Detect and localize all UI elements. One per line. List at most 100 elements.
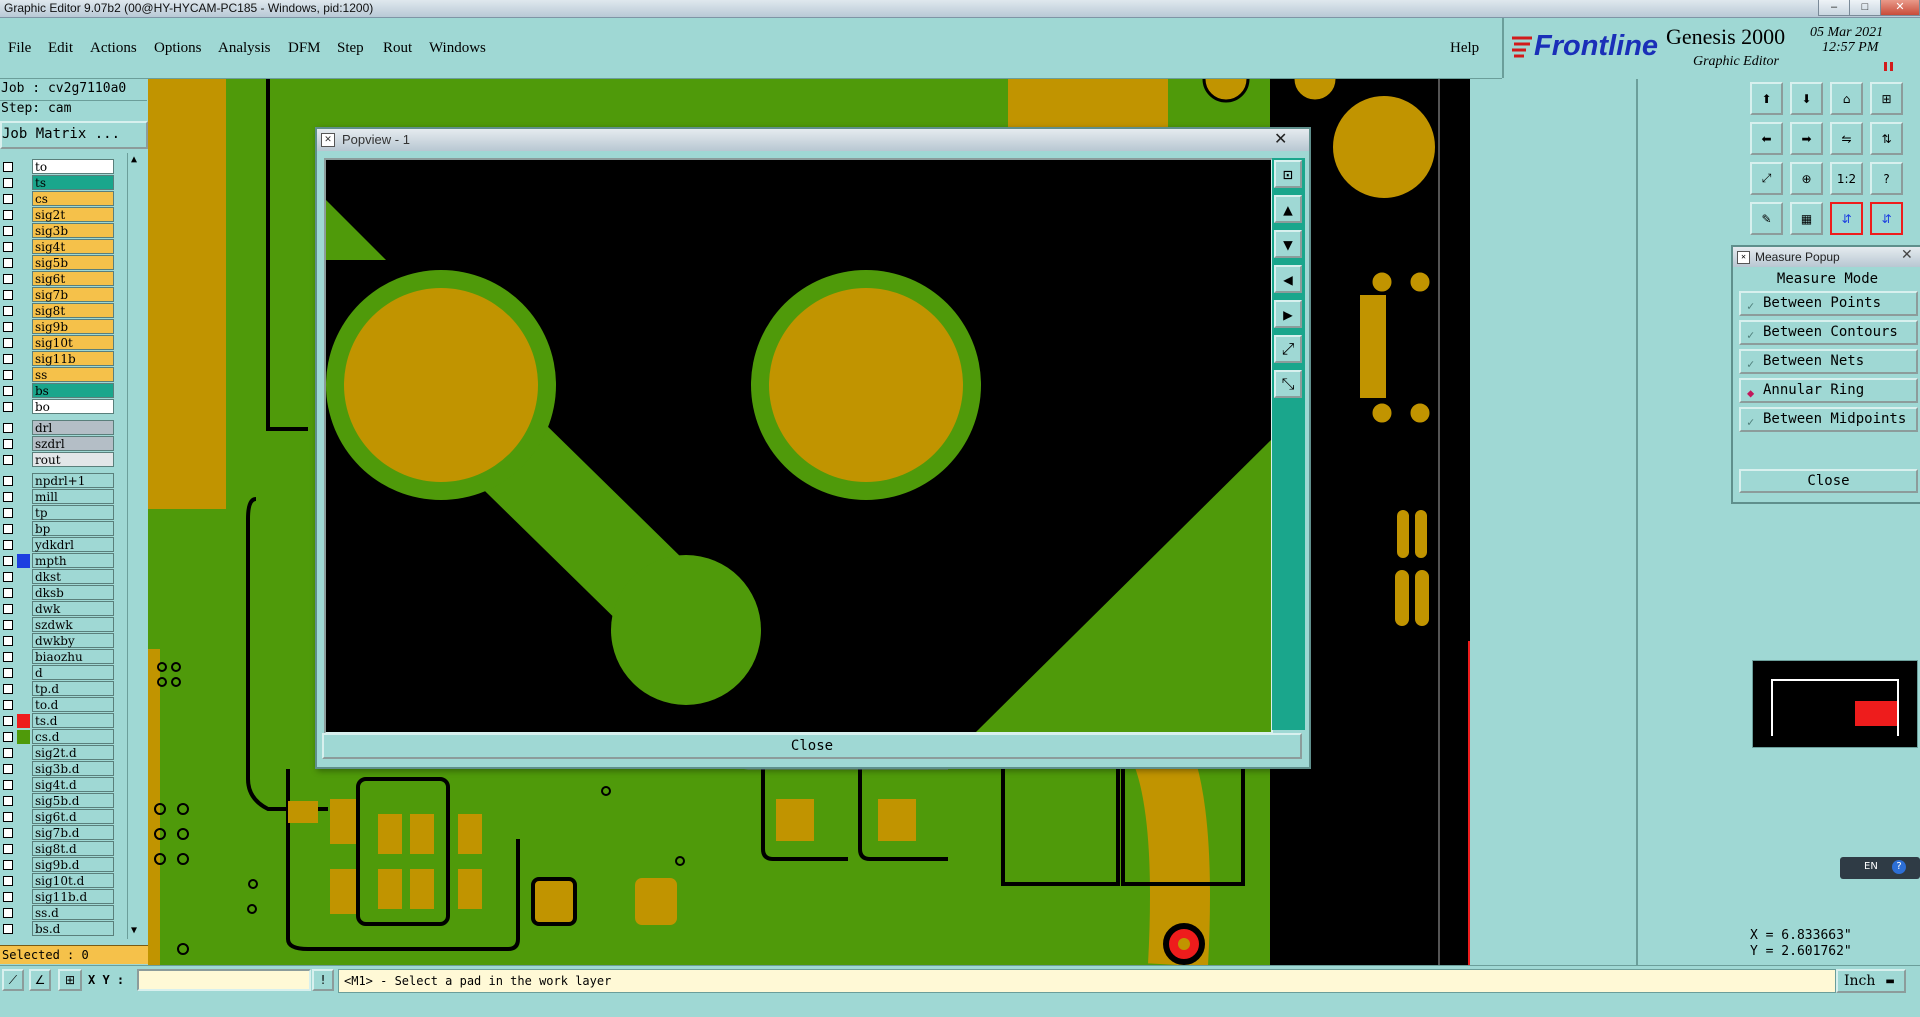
layer-checkbox[interactable] bbox=[3, 716, 13, 726]
layer-row[interactable]: sig3b.d bbox=[0, 761, 118, 777]
layer-row[interactable]: dkst bbox=[0, 569, 118, 585]
layer-checkbox[interactable] bbox=[3, 892, 13, 902]
layer-name[interactable]: ts.d bbox=[32, 713, 114, 728]
layer-row[interactable]: sig8t.d bbox=[0, 841, 118, 857]
layer-checkbox[interactable] bbox=[3, 386, 13, 396]
layer-name[interactable]: sig4t.d bbox=[32, 777, 114, 792]
layer-checkbox[interactable] bbox=[3, 604, 13, 614]
layer-checkbox[interactable] bbox=[3, 844, 13, 854]
grid-toggle-button[interactable]: ⊞ bbox=[58, 969, 82, 991]
layer-name[interactable]: rout bbox=[32, 452, 114, 467]
layer-name[interactable]: dkst bbox=[32, 569, 114, 584]
scroll-down-icon[interactable]: ▼ bbox=[131, 925, 137, 936]
pan-left-button[interactable]: ◀ bbox=[1274, 265, 1302, 293]
layer-row[interactable]: tp bbox=[0, 505, 118, 521]
layer-row[interactable]: cs bbox=[0, 191, 118, 207]
layer-row[interactable]: sig7b bbox=[0, 287, 118, 303]
layer-checkbox[interactable] bbox=[3, 242, 13, 252]
layer-row[interactable]: bo bbox=[0, 399, 118, 415]
layer-checkbox[interactable] bbox=[3, 306, 13, 316]
layer-name[interactable]: sig7b.d bbox=[32, 825, 114, 840]
layer-name[interactable]: sig10t.d bbox=[32, 873, 114, 888]
layer-name[interactable]: tp.d bbox=[32, 681, 114, 696]
ime-indicator[interactable]: EN ? bbox=[1840, 857, 1920, 879]
menu-step[interactable]: Step bbox=[337, 40, 364, 57]
layer-row[interactable]: bs bbox=[0, 383, 118, 399]
layer-checkbox[interactable] bbox=[3, 290, 13, 300]
layer-checkbox[interactable] bbox=[3, 700, 13, 710]
layer-name[interactable]: sig6t bbox=[32, 271, 114, 286]
layer-row[interactable]: sig11b bbox=[0, 351, 118, 367]
layer-name[interactable]: bs.d bbox=[32, 921, 114, 936]
snap-button[interactable]: ⇋ bbox=[1830, 122, 1863, 155]
popview-canvas[interactable] bbox=[324, 158, 1273, 734]
layer-name[interactable]: drl bbox=[32, 420, 114, 435]
layer-checkbox[interactable] bbox=[3, 162, 13, 172]
menu-help[interactable]: Help bbox=[1450, 40, 1479, 57]
layer-checkbox[interactable] bbox=[3, 636, 13, 646]
layer-checkbox[interactable] bbox=[3, 588, 13, 598]
layer-checkbox[interactable] bbox=[3, 572, 13, 582]
layer-row[interactable]: szdwk bbox=[0, 617, 118, 633]
home-view-button[interactable]: ⌂ bbox=[1830, 82, 1863, 115]
layer-checkbox[interactable] bbox=[3, 748, 13, 758]
snap-mode-button[interactable]: ⇵ bbox=[1830, 202, 1863, 235]
layer-name[interactable]: dwk bbox=[32, 601, 114, 616]
xy-input[interactable] bbox=[137, 969, 311, 991]
layer-name[interactable]: dksb bbox=[32, 585, 114, 600]
layer-row[interactable]: npdrl+1 bbox=[0, 473, 118, 489]
layer-row[interactable]: drl bbox=[0, 420, 118, 436]
layer-row[interactable]: ydkdrl bbox=[0, 537, 118, 553]
layer-row[interactable]: bp bbox=[0, 521, 118, 537]
layer-row[interactable]: sig9b bbox=[0, 319, 118, 335]
layer-name[interactable]: szdwk bbox=[32, 617, 114, 632]
layer-row[interactable]: sig10t.d bbox=[0, 873, 118, 889]
layer-checkbox[interactable] bbox=[3, 908, 13, 918]
layer-checkbox[interactable] bbox=[3, 556, 13, 566]
zoom-fit-button[interactable]: ⤢ bbox=[1750, 162, 1783, 195]
layer-name[interactable]: npdrl+1 bbox=[32, 473, 114, 488]
layer-row[interactable]: szdrl bbox=[0, 436, 118, 452]
layer-name[interactable]: mill bbox=[32, 489, 114, 504]
info-button[interactable]: ! bbox=[312, 969, 334, 991]
layer-name[interactable]: sig2t bbox=[32, 207, 114, 222]
draw-line-button[interactable]: ⟋ bbox=[2, 969, 24, 991]
layer-name[interactable]: to bbox=[32, 159, 114, 174]
layer-checkbox[interactable] bbox=[3, 226, 13, 236]
measure-close-icon[interactable]: ✕ bbox=[1901, 247, 1913, 263]
job-matrix-button[interactable]: Job Matrix ... bbox=[0, 121, 148, 149]
menu-rout[interactable]: Rout bbox=[383, 40, 412, 57]
measure-mode-option[interactable]: ✓ Between Points bbox=[1739, 291, 1918, 316]
minimize-button[interactable]: – bbox=[1818, 0, 1850, 16]
layer-name[interactable]: sig2t.d bbox=[32, 745, 114, 760]
layer-name[interactable]: mpth bbox=[32, 553, 114, 568]
measure-mode-option[interactable]: ✓ Between Contours bbox=[1739, 320, 1918, 345]
layer-checkbox[interactable] bbox=[3, 258, 13, 268]
layer-checkbox[interactable] bbox=[3, 732, 13, 742]
layer-checkbox[interactable] bbox=[3, 684, 13, 694]
layer-row[interactable]: dwkby bbox=[0, 633, 118, 649]
pan-down-tool-button[interactable]: ⬇ bbox=[1790, 82, 1823, 115]
layer-checkbox[interactable] bbox=[3, 828, 13, 838]
menu-options[interactable]: Options bbox=[154, 40, 202, 57]
layer-name[interactable]: dwkby bbox=[32, 633, 114, 648]
layer-row[interactable]: sig2t.d bbox=[0, 745, 118, 761]
layer-checkbox[interactable] bbox=[3, 370, 13, 380]
layer-checkbox[interactable] bbox=[3, 860, 13, 870]
layer-row[interactable]: sig11b.d bbox=[0, 889, 118, 905]
layer-name[interactable]: sig11b.d bbox=[32, 889, 114, 904]
popview-close-icon[interactable]: ✕ bbox=[1274, 129, 1287, 148]
layer-row[interactable]: d bbox=[0, 665, 118, 681]
layer-name[interactable]: bo bbox=[32, 399, 114, 414]
menu-edit[interactable]: Edit bbox=[48, 40, 73, 57]
layer-name[interactable]: cs bbox=[32, 191, 114, 206]
layer-name[interactable]: sig8t.d bbox=[32, 841, 114, 856]
angle-button[interactable]: ∠ bbox=[29, 969, 51, 991]
layer-checkbox[interactable] bbox=[3, 178, 13, 188]
layer-row[interactable]: sig6t bbox=[0, 271, 118, 287]
pan-right-button[interactable]: ▶ bbox=[1274, 300, 1302, 328]
pan-down-button[interactable]: ▼ bbox=[1274, 230, 1302, 258]
pan-up-button[interactable]: ▲ bbox=[1274, 195, 1302, 223]
window-split-button[interactable]: ⊞ bbox=[1870, 82, 1903, 115]
layer-row[interactable]: ss.d bbox=[0, 905, 118, 921]
